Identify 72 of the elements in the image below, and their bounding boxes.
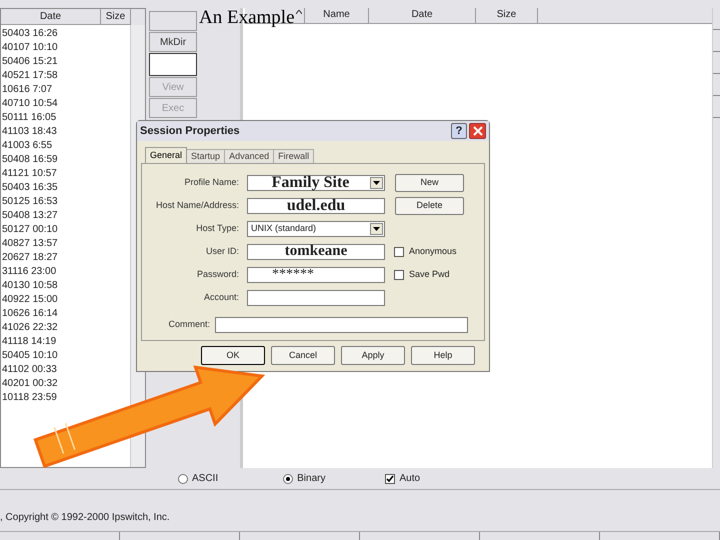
tab[interactable]: Advanced [225,149,274,163]
tab[interactable]: Firewall [274,149,314,163]
date-cell-text: 41003 6:55 [1,139,54,153]
date-cell-text: 41102 00:33 [1,363,58,377]
field-label: Host Name/Address: [154,198,240,212]
field-label: Host Type: [195,222,240,235]
date-cell-text: 40827 13:57 [1,237,59,251]
help-button[interactable]: ? [451,123,467,139]
date-cell-text: 41118 14:19 [1,335,58,349]
field-label: Account: [202,290,240,304]
window-title: Session Properties [140,124,241,139]
date-cell-text: 50125 16:53 [1,195,59,209]
checkbox[interactable]: Anonymous [394,244,457,258]
date-cell-text: 50405 10:10 [1,349,59,363]
caret-icon[interactable] [296,10,302,14]
input-field[interactable] [215,316,468,332]
date-cell-text: 40521 17:58 [1,69,59,83]
date-cell-text: 50403 16:26 [1,27,59,41]
close-icon [472,126,482,136]
dialog-button[interactable]: Help [411,346,475,365]
slide-title: An Example [199,8,295,27]
date-cell-text: 50408 16:59 [1,153,59,167]
dialog-button[interactable]: Apply [341,346,405,365]
date-cell-text: 41121 10:57 [1,167,58,181]
field-label: User ID: [204,244,240,258]
date-cell-text: 41026 22:32 [1,321,59,335]
toolbar-button[interactable] [149,11,197,31]
date-cell-text: 40201 00:32 [1,377,59,391]
column-header[interactable]: Name [305,8,369,24]
radio-button[interactable]: Binary [283,471,326,486]
date-cell-text: 31116 23:00 [1,265,58,279]
input-field[interactable]: udel.edu [247,198,385,214]
date-cell-text: 50408 13:27 [1,209,59,223]
input-field[interactable]: tomkeane [247,244,385,260]
date-cell-text: 50403 16:35 [1,181,59,195]
dialog-button[interactable]: Cancel [271,346,335,365]
date-cell-text: 40107 10:10 [1,41,59,55]
date-cell-text: 41103 18:43 [1,125,58,139]
date-cell-text: 50111 16:05 [1,111,58,125]
date-cell-text: 10626 16:14 [1,307,59,321]
radio-button[interactable]: ASCII [178,471,218,486]
close-button[interactable] [469,123,486,139]
tab[interactable]: General [145,147,188,163]
checkbox[interactable]: Save Pwd [394,268,450,282]
status-text: , Copyright © 1992-2000 Ipswitch, Inc. [0,511,170,525]
field-label: Password: [196,268,240,281]
dialog-button[interactable]: Delete [395,196,464,214]
column-header[interactable]: Date [369,8,476,24]
date-cell-text: 40710 10:54 [1,97,59,111]
column-header[interactable]: Size [476,8,538,24]
checkbox[interactable]: Auto [385,471,420,486]
dropdown[interactable]: Family Site [247,174,385,190]
date-cell-text: 10616 7:07 [1,83,54,97]
date-cell-text: 20627 18:27 [1,251,59,265]
date-cell-text: 50127 00:10 [1,223,59,237]
input-field[interactable]: ****** [247,266,385,282]
date-cell-text: 50406 15:21 [1,55,59,69]
dropdown[interactable]: UNIX (standard) [247,220,385,236]
input-field[interactable] [247,290,385,306]
date-cell-text: 40922 15:00 [1,293,59,307]
tab[interactable]: Startup [187,149,226,163]
date-cell-text: 10118 23:59 [1,391,58,405]
column-header[interactable]: Size [101,9,131,25]
check-icon [386,474,394,482]
date-cell-text: 40130 10:58 [1,279,59,293]
field-label: Profile Name: [183,176,240,189]
field-label: Comment: [167,318,211,331]
dialog-button[interactable]: OK [201,346,265,365]
column-header[interactable]: Date [1,9,101,25]
input-field[interactable] [149,53,197,76]
dialog-button[interactable]: New [395,174,464,192]
toolbar-button[interactable]: MkDir [149,32,197,52]
